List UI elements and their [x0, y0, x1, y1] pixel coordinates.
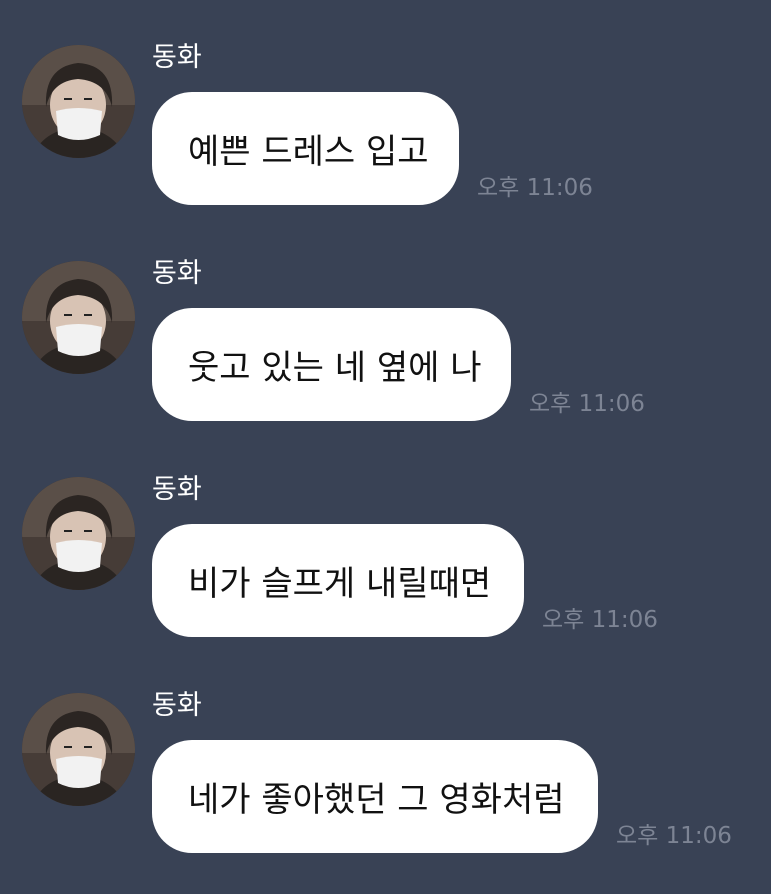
message-bubble[interactable]: 예쁜 드레스 입고 — [152, 92, 459, 205]
sender-name: 동화 — [152, 474, 202, 505]
profile-photo-icon — [22, 693, 135, 806]
message-bubble[interactable]: 네가 좋아했던 그 영화처럼 — [152, 740, 598, 853]
avatar[interactable] — [22, 477, 135, 590]
sender-name: 동화 — [152, 690, 202, 721]
message-row: 동화 네가 좋아했던 그 영화처럼 오후 11:06 — [0, 648, 771, 864]
message-timestamp: 오후 11:06 — [529, 391, 645, 417]
message-bubble[interactable]: 웃고 있는 네 옆에 나 — [152, 308, 511, 421]
avatar[interactable] — [22, 45, 135, 158]
profile-photo-icon — [22, 261, 135, 374]
chat-view: 동화 예쁜 드레스 입고 오후 11:06 동화 웃고 있는 네 옆에 나 오후… — [0, 0, 771, 894]
profile-photo-icon — [22, 45, 135, 158]
message-row: 동화 예쁜 드레스 입고 오후 11:06 — [0, 0, 771, 216]
message-timestamp: 오후 11:06 — [616, 823, 732, 849]
message-bubble[interactable]: 비가 슬프게 내릴때면 — [152, 524, 524, 637]
profile-photo-icon — [22, 477, 135, 590]
message-timestamp: 오후 11:06 — [477, 175, 593, 201]
avatar[interactable] — [22, 693, 135, 806]
sender-name: 동화 — [152, 258, 202, 289]
message-timestamp: 오후 11:06 — [542, 607, 658, 633]
message-row: 동화 비가 슬프게 내릴때면 오후 11:06 — [0, 432, 771, 648]
message-row: 동화 웃고 있는 네 옆에 나 오후 11:06 — [0, 216, 771, 432]
sender-name: 동화 — [152, 42, 202, 73]
avatar[interactable] — [22, 261, 135, 374]
